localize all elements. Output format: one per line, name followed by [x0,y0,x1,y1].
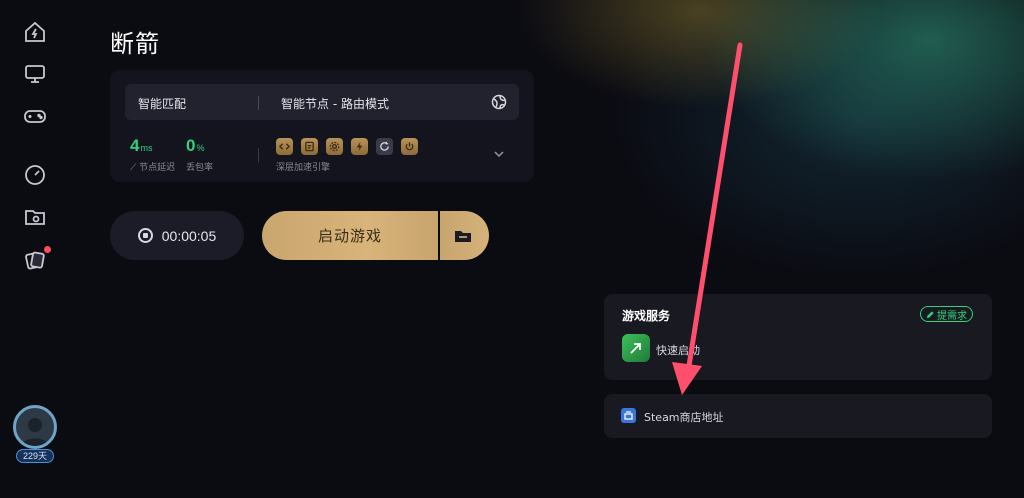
folder-open-icon [454,230,471,242]
latency-value: 4ms [130,136,153,155]
chevron-down-icon[interactable] [493,148,505,160]
speedometer-icon[interactable] [22,162,48,188]
timer-value: 00:00:05 [161,227,217,244]
service-title: 游戏服务 [622,309,671,323]
power-icon [401,138,418,155]
divider [258,96,259,110]
gamepad-icon[interactable] [22,103,48,129]
code-icon [276,138,293,155]
submit-request-button[interactable]: 提需求 [920,306,973,322]
engine-label: 深层加速引擎 [276,163,331,173]
gear-icon [326,138,343,155]
game-service-card: 游戏服务 提需求 快速启动 [604,294,992,380]
divider [258,148,259,162]
steam-store-label: Steam商店地址 [644,411,724,424]
notification-dot [44,246,51,253]
monitor-icon[interactable] [22,61,48,87]
loss-label: 丢包率 [186,163,214,173]
globe-icon[interactable] [491,94,507,110]
stop-icon [137,228,153,243]
cards-icon[interactable] [22,246,51,273]
engine-icons [276,138,418,155]
quick-launch-label[interactable]: 快速启动 [656,342,700,358]
steam-store-icon [621,408,636,423]
node-mode-label[interactable]: 智能节点 - 路由模式 [281,95,389,112]
loss-value: 0% [186,136,205,155]
latency-label: ⟋ 节点延迟 [130,163,176,173]
lightning-icon [351,138,368,155]
match-mode-label[interactable]: 智能匹配 [138,95,186,112]
page-title: 断箭 [110,30,160,58]
user-avatar[interactable]: 229天 [10,405,60,465]
steam-store-link[interactable]: Steam商店地址 [604,394,992,438]
pencil-icon [926,310,934,318]
open-folder-button[interactable] [440,211,489,260]
folder-icon[interactable] [22,204,48,230]
quick-launch-icon[interactable] [622,334,650,362]
document-icon [301,138,318,155]
timer-stop-button[interactable]: 00:00:05 [110,211,244,260]
refresh-icon [376,138,393,155]
launch-game-button[interactable]: 启动游戏 [262,211,438,260]
acceleration-panel: 智能匹配 智能节点 - 路由模式 4ms ⟋ 节点延迟 0% 丢包率 深层加速引… [110,70,534,182]
membership-days-badge: 229天 [16,449,54,463]
mode-bar[interactable]: 智能匹配 智能节点 - 路由模式 [125,84,519,120]
avatar [13,405,57,449]
home-lightning-icon[interactable] [22,19,48,45]
sidebar: 229天 [0,0,70,498]
